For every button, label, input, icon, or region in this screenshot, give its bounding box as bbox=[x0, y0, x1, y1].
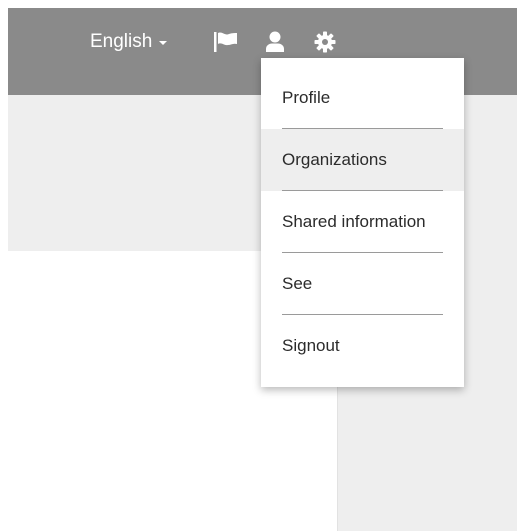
language-selector-label: English bbox=[90, 31, 153, 52]
menu-item-label: Organizations bbox=[282, 150, 387, 169]
flag-icon[interactable] bbox=[213, 30, 239, 54]
menu-item-signout[interactable]: Signout bbox=[261, 315, 464, 377]
language-selector[interactable]: English bbox=[90, 30, 168, 54]
menu-item-label: Profile bbox=[282, 88, 331, 107]
caret-down-icon bbox=[159, 41, 168, 45]
user-icon[interactable] bbox=[264, 30, 286, 54]
menu-item-shared-information[interactable]: Shared information bbox=[261, 191, 464, 253]
page: English Profile Organizations Shared inf… bbox=[0, 0, 517, 531]
menu-item-label: Shared information bbox=[282, 212, 426, 231]
menu-item-label: See bbox=[282, 274, 313, 293]
gear-icon[interactable] bbox=[314, 30, 336, 54]
user-dropdown-menu: Profile Organizations Shared information… bbox=[261, 58, 464, 387]
menu-item-organizations[interactable]: Organizations bbox=[261, 129, 464, 191]
menu-item-label: Signout bbox=[282, 336, 340, 355]
menu-item-see[interactable]: See bbox=[261, 253, 464, 315]
menu-item-profile[interactable]: Profile bbox=[261, 67, 464, 129]
